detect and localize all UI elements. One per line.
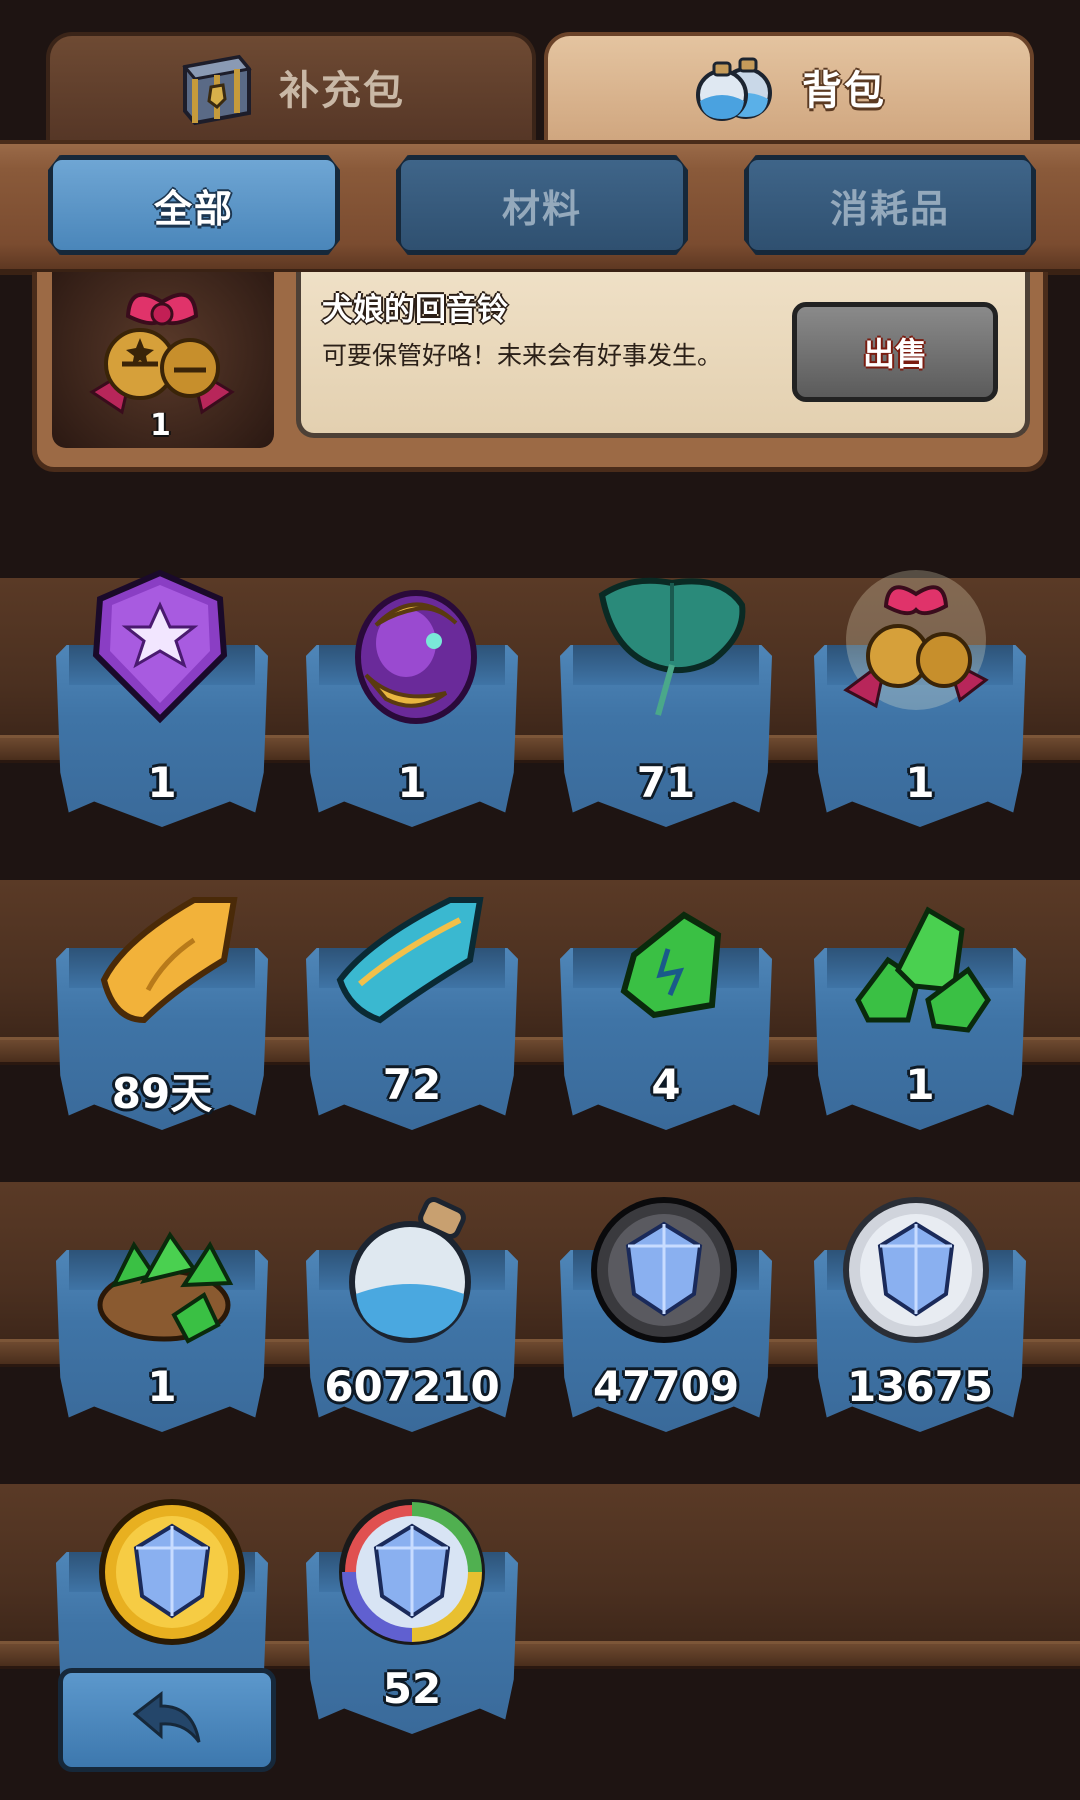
item-count: 607210 [324, 1362, 500, 1411]
item-count: 89天 [111, 1069, 213, 1118]
item-count: 1 [147, 1362, 177, 1411]
silver-gem-coin-icon [843, 1197, 989, 1343]
black-gem-coin-icon [591, 1197, 737, 1343]
tab-label: 背包 [802, 68, 886, 114]
item-count: 13675 [846, 1362, 994, 1411]
rainbow-gem-coin-icon [339, 1499, 485, 1645]
green-crystal-pile-icon [855, 906, 992, 1033]
item-count: 1 [397, 758, 427, 807]
item-count: 72 [382, 1060, 442, 1109]
selected-item-count: 1 [150, 408, 171, 443]
selected-item-name: 犬娘的回音铃 [322, 292, 508, 328]
filter-all-button[interactable]: 全部 [48, 155, 340, 255]
selected-item-description: 可要保管好咯！未来会有好事发生。 [322, 341, 723, 370]
gold-gem-coin-icon [99, 1499, 245, 1645]
golden-purple-egg-icon [355, 590, 477, 724]
tab-bag[interactable]: 背包 [544, 32, 1034, 144]
back-button[interactable] [58, 1668, 276, 1772]
filter-consumables-button[interactable]: 消耗品 [744, 155, 1036, 255]
potion-bottles-icon [696, 57, 772, 121]
blue-ticket-icon [336, 897, 484, 1024]
tab-supply-pack[interactable]: 补充包 [46, 32, 536, 144]
blue-sand-bottle-icon [349, 1196, 471, 1343]
tab-label: 补充包 [279, 68, 405, 114]
back-arrow-icon [132, 1690, 201, 1743]
green-crystal-sack-icon [97, 1231, 234, 1344]
item-count: 71 [636, 758, 696, 807]
purple-star-gem-icon [92, 569, 228, 724]
treasure-chest-icon [182, 54, 252, 126]
item-count: 4 [651, 1060, 681, 1109]
item-count: 1 [147, 758, 177, 807]
item-count: 1 [905, 1060, 935, 1109]
item-count: 52 [382, 1664, 442, 1713]
lotus-leaf-icon [598, 577, 746, 716]
sell-button[interactable]: 出售 [792, 302, 998, 402]
golden-ticket-icon [100, 897, 238, 1024]
green-crystal-icon [620, 911, 722, 1019]
item-count: 1 [905, 758, 935, 807]
filter-materials-button[interactable]: 材料 [396, 155, 688, 255]
jingle-bells-icon [843, 570, 989, 710]
item-count: 47709 [592, 1362, 740, 1411]
